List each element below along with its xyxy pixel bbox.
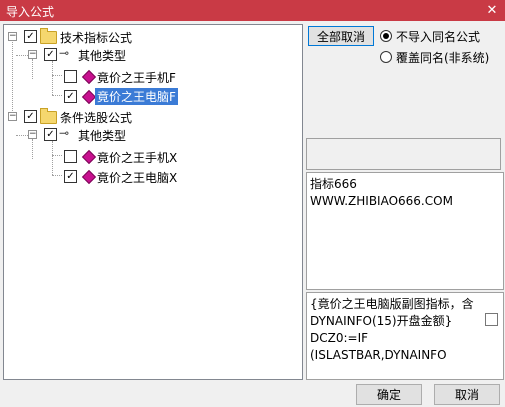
formula-icon [81,169,97,185]
tree-node-pc-x[interactable]: ✓ 竟价之王电脑X [4,167,300,185]
tree-node-phone-f[interactable]: 竟价之王手机F [4,67,300,85]
key-icon: ⊸ [59,46,70,60]
formula-icon [81,89,97,105]
tree-checkbox[interactable]: ✓ [24,30,37,43]
tree-checkbox[interactable]: ✓ [44,128,57,141]
tree-node-tech-indicator[interactable]: − ✓ 技术指标公式 [4,27,300,45]
folder-icon [40,108,57,124]
info-line-1: 指标666 [310,177,357,191]
formula-tree[interactable]: − ✓ 技术指标公式 − ✓ ⊸ 其他类型 竟价之王手机F ✓ 竟价之王电脑F … [3,24,303,380]
deselect-all-button[interactable]: 全部取消 [308,26,374,46]
cancel-button[interactable]: 取消 [434,384,500,405]
folder-icon [40,28,57,44]
tree-node-other-type[interactable]: − ✓ ⊸ 其他类型 [4,45,300,63]
tree-node-label: 其他类型 [78,49,127,63]
formula-info-panel: 指标666 WWW.ZHIBIAO666.COM [306,172,504,290]
empty-panel [306,138,501,170]
tree-checkbox[interactable] [64,150,77,163]
collapse-icon[interactable]: − [8,112,17,121]
radio-overwrite-duplicates-label[interactable]: 覆盖同名(非系统) [396,49,489,66]
radio-overwrite-duplicates[interactable] [380,51,392,63]
collapse-icon[interactable]: − [8,32,17,41]
tree-node-label: 技术指标公式 [60,31,133,45]
tree-node-other-type[interactable]: − ✓ ⊸ 其他类型 [4,125,300,143]
tree-node-label: 条件选股公式 [60,111,133,125]
formula-line-2: DYNAINFO(15)开盘金额} [310,314,453,328]
tree-node-condition-select[interactable]: − ✓ 条件选股公式 [4,107,300,125]
tree-node-pc-f[interactable]: ✓ 竟价之王电脑F [4,87,300,105]
radio-skip-duplicates[interactable] [380,30,392,42]
key-icon: ⊸ [59,126,70,140]
tree-checkbox[interactable]: ✓ [24,110,37,123]
tree-checkbox[interactable]: ✓ [64,90,77,103]
tree-node-label: 竟价之王手机X [97,151,178,165]
formula-line-1: {竟价之王电脑版副图指标，含 [310,297,474,311]
tree-node-label: 其他类型 [78,129,127,143]
tree-node-label: 竟价之王电脑F [95,88,178,105]
radio-skip-duplicates-label[interactable]: 不导入同名公式 [396,28,480,45]
formula-line-4: (ISLASTBAR,DYNAINFO [310,348,447,362]
collapse-icon[interactable]: − [28,50,37,59]
tree-checkbox[interactable] [64,70,77,83]
collapse-icon[interactable]: − [28,130,37,139]
ok-button[interactable]: 确定 [356,384,422,405]
formula-checkbox[interactable] [485,313,498,326]
window-title: 导入公式 [6,5,55,19]
formula-icon [81,69,97,85]
formula-source-panel[interactable]: {竟价之王电脑版副图指标，含 DYNAINFO(15)开盘金额} DCZ0:=I… [306,292,504,380]
tree-node-label: 竟价之王电脑X [97,171,178,185]
formula-line-3: DCZ0:=IF [310,331,369,345]
tree-checkbox[interactable]: ✓ [44,48,57,61]
formula-icon [81,149,97,165]
tree-node-label: 竟价之王手机F [97,71,176,85]
tree-node-phone-x[interactable]: 竟价之王手机X [4,147,300,165]
close-icon[interactable]: ✕ [481,1,503,20]
tree-checkbox[interactable]: ✓ [64,170,77,183]
info-line-2: WWW.ZHIBIAO666.COM [310,194,453,208]
title-bar: 导入公式 ✕ [0,0,505,21]
